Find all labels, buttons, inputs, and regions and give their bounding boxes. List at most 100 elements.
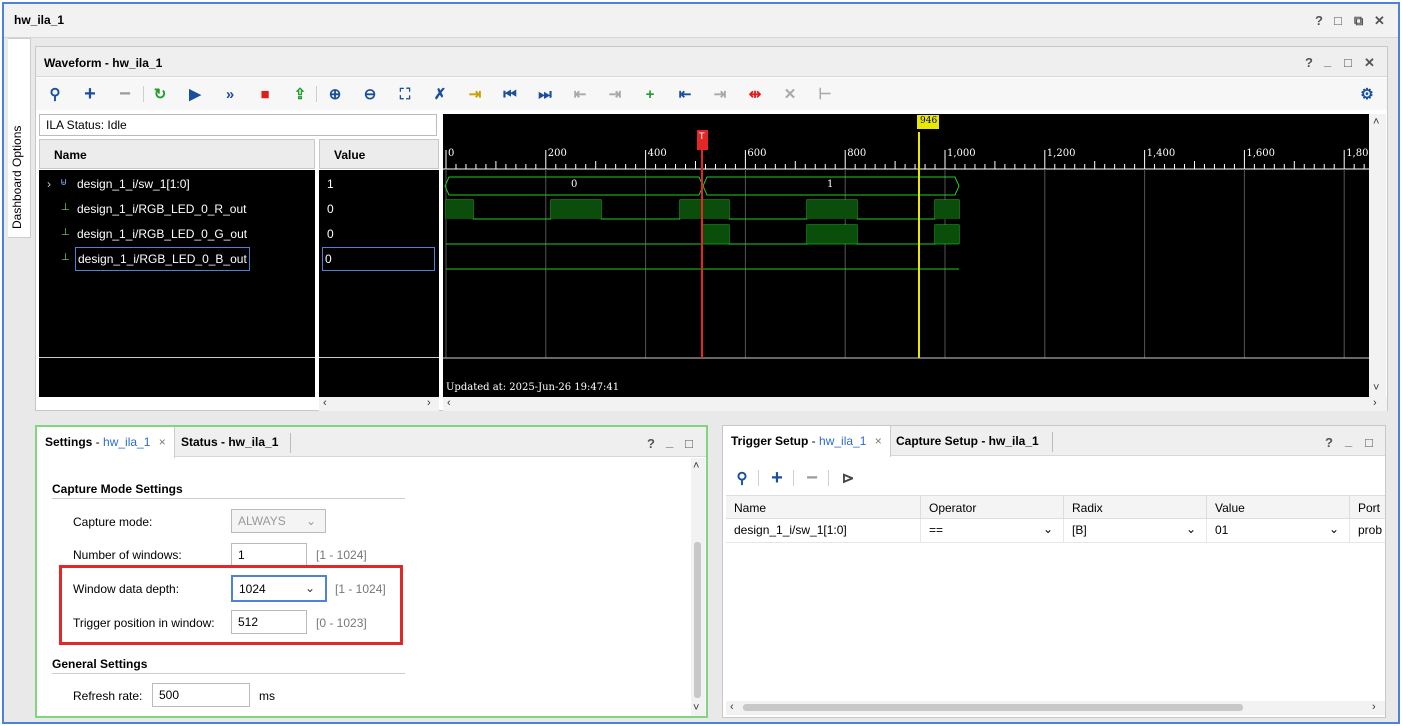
tab-trigger-setup[interactable]: Trigger Setup - hw_ila_1 × xyxy=(723,426,891,457)
trigger-table-row[interactable]: design_1_i/sw_1[1:0] == ⌄ [B] ⌄ 01 ⌄ prob xyxy=(726,519,1385,543)
close-tab-icon[interactable]: × xyxy=(875,434,882,448)
value-column-header[interactable]: Value xyxy=(319,139,439,169)
zoom-out-icon[interactable]: ⊖ xyxy=(361,85,379,103)
num-windows-input[interactable]: 1 xyxy=(231,543,307,567)
close-icon[interactable]: ✕ xyxy=(1364,55,1375,71)
col-value[interactable]: Value xyxy=(1207,496,1350,520)
grid-lines xyxy=(445,169,1345,358)
col-radix[interactable]: Radix xyxy=(1064,496,1207,520)
help-icon[interactable]: ? xyxy=(1305,55,1313,70)
zoom-fit-icon[interactable]: ⛶ xyxy=(396,85,414,103)
run-trigger-icon[interactable]: ▶ xyxy=(186,85,204,103)
settings-scrollbar[interactable]: ˄ ˅ xyxy=(691,458,705,716)
help-icon[interactable]: ? xyxy=(1325,435,1333,450)
depth-select[interactable]: 1024 ⌄ xyxy=(231,575,327,602)
add-icon[interactable]: + xyxy=(768,467,786,489)
refresh-input[interactable]: 500 xyxy=(152,683,250,707)
previous-marker-icon[interactable]: ⇤ xyxy=(676,85,694,103)
add-icon[interactable]: + xyxy=(81,83,99,105)
tab-sep: - xyxy=(808,434,820,448)
stop-icon[interactable]: ■ xyxy=(256,85,274,103)
gate-icon[interactable]: ⊳ xyxy=(839,469,857,487)
close-icon[interactable]: ✕ xyxy=(1374,13,1385,29)
close-tab-icon[interactable]: × xyxy=(159,435,166,449)
expand-icon[interactable]: › xyxy=(47,177,51,191)
scroll-right-icon[interactable]: › xyxy=(427,397,431,409)
scroll-thumb[interactable] xyxy=(743,704,1243,711)
swap-cursors-icon[interactable]: ⇹ xyxy=(746,85,764,103)
zoom-in-icon[interactable]: ⊕ xyxy=(326,85,344,103)
tab-status[interactable]: Status - hw_ila_1 xyxy=(173,427,286,457)
dashboard-options-tab[interactable]: Dashboard Options xyxy=(8,38,31,238)
signal-row[interactable]: ⊥ design_1_i/RGB_LED_0_G_out xyxy=(39,222,317,247)
scroll-thumb[interactable] xyxy=(694,542,701,698)
chevron-down-icon: ⌄ xyxy=(305,581,316,595)
signal-row[interactable]: › ⊌ design_1_i/sw_1[1:0] xyxy=(39,172,317,197)
signal-value: 0 xyxy=(327,202,334,216)
trigpos-input[interactable]: 512 xyxy=(231,610,307,634)
name-column-header[interactable]: Name xyxy=(39,139,315,169)
col-port[interactable]: Port xyxy=(1350,496,1385,520)
export-icon[interactable]: ⇪ xyxy=(291,85,309,103)
tab-label: Settings xyxy=(45,435,93,449)
refresh-unit: ms xyxy=(259,689,275,703)
add-marker-icon[interactable]: + xyxy=(641,85,659,103)
cursor-remove-icon[interactable]: ✗ xyxy=(431,85,449,103)
delete-marker-icon[interactable]: ✕ xyxy=(781,85,799,103)
row-operator[interactable]: == ⌄ xyxy=(921,519,1064,543)
next-marker-icon[interactable]: ⇥ xyxy=(711,85,729,103)
gear-icon[interactable]: ⚙ xyxy=(1358,85,1376,103)
minimize-icon[interactable]: _ xyxy=(666,434,673,449)
previous-transition-icon[interactable]: ⇤ xyxy=(571,85,589,103)
waveform-canvas[interactable]: T 946 0 1 0 200 400 600 800 1,000 1,200 1,400 1,… xyxy=(443,114,1369,397)
go-to-end-icon[interactable]: ⏭ xyxy=(536,85,554,103)
scroll-up-icon[interactable]: ˄ xyxy=(1373,116,1379,128)
scroll-right-icon[interactable]: › xyxy=(1373,397,1377,409)
help-icon[interactable]: ? xyxy=(1315,13,1323,28)
row-value[interactable]: 01 ⌄ xyxy=(1207,519,1350,543)
go-to-start-icon[interactable]: ⏮ xyxy=(501,85,519,103)
scroll-down-icon[interactable]: ˅ xyxy=(693,702,699,714)
maximize-icon[interactable]: □ xyxy=(1365,435,1373,450)
search-icon[interactable]: ⚲ xyxy=(46,85,64,103)
signal-row[interactable]: ⊥ design_1_i/RGB_LED_0_R_out xyxy=(39,197,317,222)
value-scrollbar[interactable]: ‹ › xyxy=(319,397,439,411)
trigger-hscrollbar[interactable]: ‹ › xyxy=(726,701,1385,715)
scroll-up-icon[interactable]: ˄ xyxy=(693,460,699,472)
restore-icon[interactable]: □ xyxy=(1334,13,1342,28)
col-operator[interactable]: Operator xyxy=(921,496,1064,520)
scroll-left-icon[interactable]: ‹ xyxy=(730,701,734,713)
scroll-left-icon[interactable]: ‹ xyxy=(323,397,327,409)
depth-value: 1024 xyxy=(239,582,266,596)
snap-icon[interactable]: ⊢ xyxy=(816,85,834,103)
remove-icon[interactable]: − xyxy=(803,467,821,489)
tab-capture-setup[interactable]: Capture Setup - hw_ila_1 xyxy=(888,426,1047,456)
search-icon[interactable]: ⚲ xyxy=(733,469,751,487)
tab-sep: - xyxy=(92,435,104,449)
tab-settings[interactable]: Settings - hw_ila_1 × xyxy=(37,427,175,458)
scroll-left-icon[interactable]: ‹ xyxy=(447,397,451,409)
capture-mode-label: Capture mode: xyxy=(73,515,153,529)
chevron-down-icon: ⌄ xyxy=(306,514,317,528)
maximize-icon[interactable]: □ xyxy=(1344,55,1352,70)
minimize-icon[interactable]: _ xyxy=(1345,433,1352,448)
signal-row[interactable]: ⊥ design_1_i/RGB_LED_0_B_out xyxy=(39,247,317,272)
col-name[interactable]: Name xyxy=(726,496,921,520)
waveform-vscrollbar[interactable]: ˄ ˅ xyxy=(1369,114,1386,397)
trigger-table-header: Name Operator Radix Value Port xyxy=(726,495,1385,520)
next-transition-icon[interactable]: ⇥ xyxy=(606,85,624,103)
auto-retrigger-icon[interactable]: » xyxy=(221,85,239,103)
waveform-hscrollbar[interactable]: ‹ › xyxy=(443,397,1387,411)
row-radix[interactable]: [B] ⌄ xyxy=(1064,519,1207,543)
cursor-label[interactable]: 946 xyxy=(920,116,937,126)
run-trigger-immediate-icon[interactable]: ↻ xyxy=(151,85,169,103)
minimize-icon[interactable]: _ xyxy=(1324,53,1331,68)
marker-icon[interactable]: ⇥ xyxy=(466,85,484,103)
scroll-down-icon[interactable]: ˅ xyxy=(1373,382,1379,394)
remove-icon[interactable]: − xyxy=(116,83,134,105)
scroll-right-icon[interactable]: › xyxy=(1372,701,1376,713)
help-icon[interactable]: ? xyxy=(647,436,655,451)
float-icon[interactable]: ⧉ xyxy=(1354,13,1363,29)
maximize-icon[interactable]: □ xyxy=(685,436,693,451)
capture-mode-select[interactable]: ALWAYS ⌄ xyxy=(231,509,326,533)
